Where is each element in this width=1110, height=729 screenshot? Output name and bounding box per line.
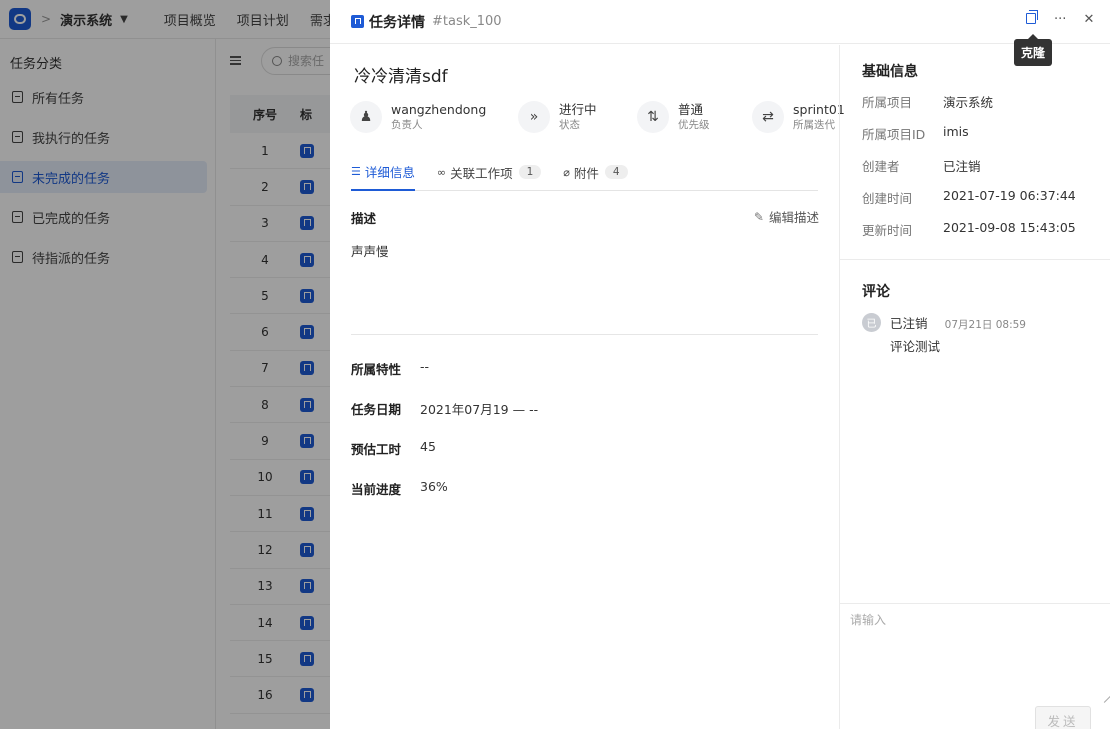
info-value: 2021-09-08 15:43:05 bbox=[943, 220, 1076, 235]
drawer-actions: ··· ✕ bbox=[1025, 10, 1095, 27]
status-icon: » bbox=[518, 101, 550, 133]
task-icon bbox=[351, 15, 364, 28]
comments-title: 评论 bbox=[862, 284, 890, 300]
detail-tabs: ☰ 详细信息 ∞ 关联工作项 1 ⌀ 附件 4 bbox=[351, 157, 818, 191]
detail-sidebar: 基础信息 所属项目 演示系统 所属项目ID imis 创建者 已注销 创建时间 … bbox=[839, 45, 1110, 729]
comment-editor: 发送 bbox=[840, 603, 1110, 729]
info-key: 所属项目 bbox=[862, 95, 913, 110]
priority-label: 优先级 bbox=[678, 119, 710, 131]
info-key: 所属项目ID bbox=[862, 127, 926, 142]
info-row-project-id: 所属项目ID imis bbox=[862, 124, 969, 143]
comment-input[interactable] bbox=[850, 611, 1100, 691]
tab-count: 1 bbox=[518, 165, 542, 179]
info-value: 已注销 bbox=[943, 159, 981, 174]
info-key: 创建者 bbox=[862, 159, 900, 174]
tab-label: 关联工作项 bbox=[450, 165, 513, 181]
more-icon[interactable]: ··· bbox=[1054, 13, 1066, 27]
resize-handle[interactable] bbox=[1098, 690, 1110, 703]
property-value[interactable]: 36% bbox=[420, 479, 448, 498]
tab-label: 详细信息 bbox=[364, 164, 415, 180]
list-icon: ☰ bbox=[351, 164, 361, 178]
task-detail-drawer: 任务详情 #task_100 ··· ✕ 克隆 冷冷清清sdf ♟ wangzh… bbox=[330, 0, 1110, 729]
drawer-title: 任务详情 bbox=[369, 14, 425, 31]
property-progress: 当前进度 36% bbox=[351, 479, 448, 498]
iteration-icon: ⇄ bbox=[752, 101, 784, 133]
property-value[interactable]: 45 bbox=[420, 439, 436, 458]
priority-value: 普通 bbox=[678, 102, 704, 117]
user-icon: ♟ bbox=[350, 101, 382, 133]
comment-text: 评论测试 bbox=[890, 339, 941, 354]
property-key: 当前进度 bbox=[351, 482, 402, 497]
info-key: 更新时间 bbox=[862, 223, 913, 238]
tab-details[interactable]: ☰ 详细信息 bbox=[351, 157, 415, 191]
drawer-header: 任务详情 #task_100 ··· ✕ bbox=[330, 0, 1110, 44]
tab-count: 4 bbox=[604, 165, 628, 179]
property-key: 所属特性 bbox=[351, 362, 402, 377]
description-text: 声声慢 bbox=[351, 244, 389, 259]
clone-icon bbox=[1026, 10, 1038, 24]
avatar: 已 bbox=[862, 313, 881, 332]
info-value: 2021-07-19 06:37:44 bbox=[943, 188, 1076, 203]
status-label: 状态 bbox=[559, 119, 580, 131]
iteration-label: 所属迭代 bbox=[793, 119, 835, 131]
divider bbox=[840, 259, 1110, 260]
pencil-icon: ✎ bbox=[753, 209, 764, 224]
priority-field[interactable]: ⇅ 普通 优先级 bbox=[637, 101, 710, 133]
assignee-label: 负责人 bbox=[391, 119, 423, 131]
info-key: 创建时间 bbox=[862, 191, 913, 206]
assignee-value: wangzhendong bbox=[391, 102, 487, 117]
status-field[interactable]: » 进行中 状态 bbox=[518, 101, 597, 133]
comment-time: 07月21日 08:59 bbox=[944, 319, 1026, 331]
task-code: #task_100 bbox=[432, 14, 502, 29]
info-value: 演示系统 bbox=[943, 95, 994, 110]
meta-row: ♟ wangzhendong 负责人 » 进行中 状态 ⇅ 普通 优先级 ⇄ s… bbox=[350, 101, 845, 135]
tab-linked-items[interactable]: ∞ 关联工作项 1 bbox=[436, 157, 542, 187]
info-value: imis bbox=[943, 124, 969, 139]
comment-author: 已注销 bbox=[890, 316, 928, 331]
divider bbox=[351, 334, 818, 335]
status-value: 进行中 bbox=[559, 102, 597, 117]
task-name[interactable]: 冷冷清清sdf bbox=[354, 62, 448, 87]
iteration-value: sprint01 bbox=[793, 102, 845, 117]
property-feature: 所属特性 -- bbox=[351, 359, 429, 378]
edit-description-button[interactable]: ✎ 编辑描述 bbox=[754, 207, 819, 226]
info-row-creator: 创建者 已注销 bbox=[862, 156, 981, 175]
property-value[interactable]: -- bbox=[420, 359, 429, 378]
info-row-updated-at: 更新时间 2021-09-08 15:43:05 bbox=[862, 220, 1076, 239]
close-icon[interactable]: ✕ bbox=[1083, 13, 1095, 27]
paperclip-icon: ⌀ bbox=[563, 165, 570, 179]
link-icon: ∞ bbox=[436, 165, 447, 179]
priority-icon: ⇅ bbox=[637, 101, 669, 133]
property-key: 预估工时 bbox=[351, 442, 402, 457]
description-heading: 描述 bbox=[351, 211, 377, 226]
property-key: 任务日期 bbox=[351, 402, 402, 417]
iteration-field[interactable]: ⇄ sprint01 所属迭代 bbox=[752, 101, 845, 133]
basic-info-title: 基础信息 bbox=[862, 64, 918, 80]
info-row-project: 所属项目 演示系统 bbox=[862, 92, 993, 111]
send-button[interactable]: 发送 bbox=[1035, 706, 1091, 729]
edit-description-label: 编辑描述 bbox=[768, 210, 819, 225]
comment-item: 已 已注销 07月21日 08:59 评论测试 bbox=[862, 313, 1026, 355]
property-estimated-hours: 预估工时 45 bbox=[351, 439, 436, 458]
info-row-created-at: 创建时间 2021-07-19 06:37:44 bbox=[862, 188, 1076, 207]
tab-attachments[interactable]: ⌀ 附件 4 bbox=[563, 157, 628, 187]
property-task-date: 任务日期 2021年07月19 — -- bbox=[351, 399, 538, 418]
property-value[interactable]: 2021年07月19 — -- bbox=[420, 399, 538, 418]
tab-label: 附件 bbox=[573, 165, 599, 181]
detail-main: 冷冷清清sdf ♟ wangzhendong 负责人 » 进行中 状态 ⇅ 普通 bbox=[330, 45, 845, 729]
clone-button[interactable] bbox=[1025, 10, 1038, 27]
assignee-field[interactable]: ♟ wangzhendong 负责人 bbox=[350, 101, 486, 133]
clone-tooltip: 克隆 bbox=[1013, 34, 1052, 66]
